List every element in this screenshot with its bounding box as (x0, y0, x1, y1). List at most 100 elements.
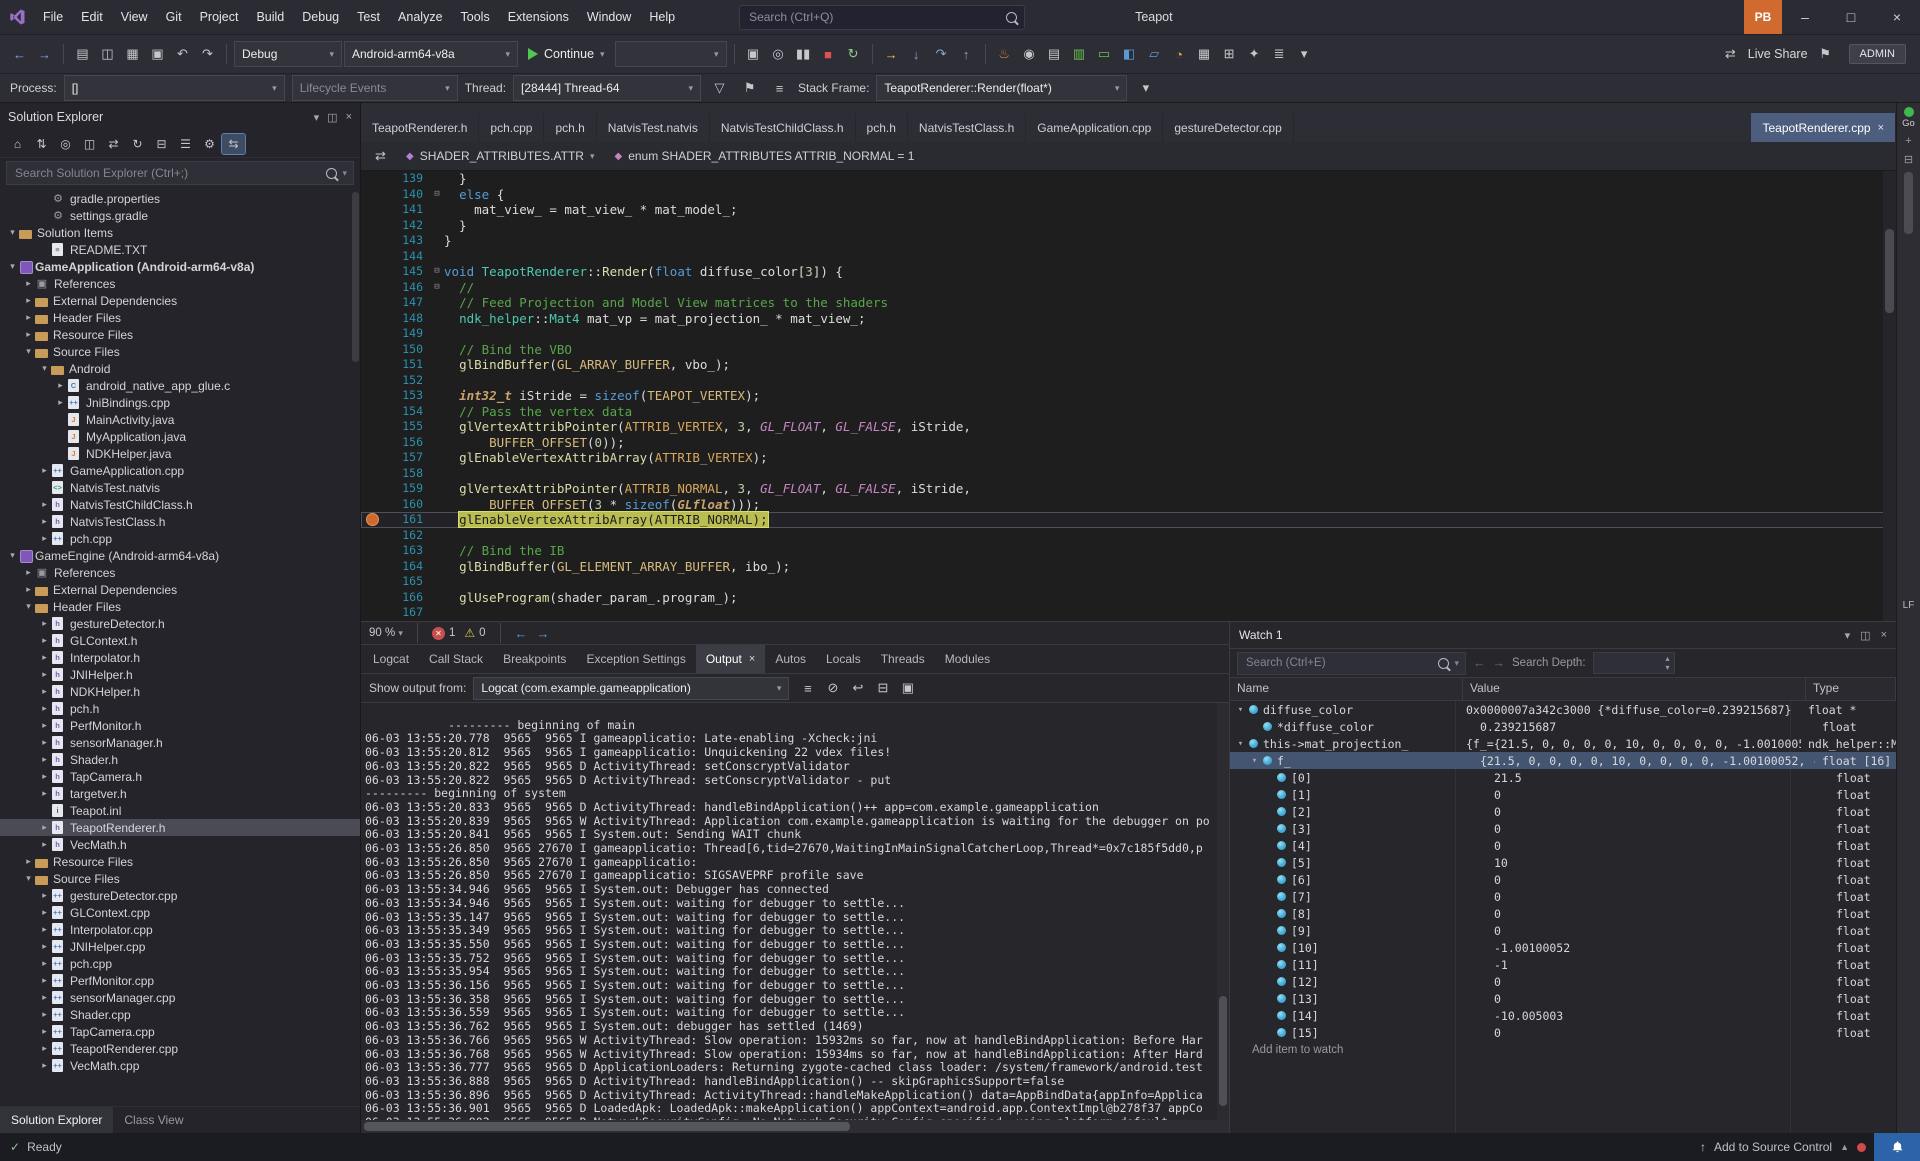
tree-expander-icon[interactable]: ▸ (38, 669, 51, 680)
tree-expander-icon[interactable]: ▸ (38, 737, 51, 748)
search-prev-icon[interactable]: ← (1473, 656, 1486, 670)
watch-name-cell[interactable]: ▾ f_ (1230, 754, 1473, 768)
fold-marker-icon[interactable]: ⊟ (430, 187, 444, 203)
tree-expander-icon[interactable]: ▸ (22, 567, 35, 578)
tree-expander-icon[interactable]: ▸ (38, 618, 51, 629)
collapse-all-icon[interactable]: ⊟ (150, 134, 173, 154)
tree-expander-icon[interactable]: ▸ (38, 516, 51, 527)
code-line[interactable]: 163 // Bind the IB (361, 543, 1896, 559)
editor-tab[interactable]: NatvisTestClass.h (908, 113, 1027, 142)
watch-name-cell[interactable]: [7] (1230, 890, 1487, 904)
tree-expander-icon[interactable]: ▾ (38, 363, 51, 374)
menu-debug[interactable]: Debug (293, 0, 348, 34)
extensions-icon[interactable]: ✦ (1243, 42, 1266, 66)
watch-value-cell[interactable]: 0 (1487, 822, 1829, 836)
diagnostics-icon[interactable]: ◉ (1018, 42, 1041, 66)
bottom-tab-output[interactable]: Output × (695, 645, 766, 673)
code-line[interactable]: 151 glBindBuffer(GL_ARRAY_BUFFER, vbo_); (361, 357, 1896, 373)
error-indicator[interactable]: ✕ 1 (431, 626, 455, 640)
stack-frame-combo[interactable]: TeapotRenderer::Render(float*) ▾ (876, 75, 1128, 101)
filter-icon[interactable]: ▽ (708, 76, 731, 100)
watch-name-cell[interactable]: [12] (1230, 975, 1487, 989)
format-document-icon[interactable]: ≣ (1268, 42, 1291, 66)
toolbar-overflow-icon[interactable]: ▾ (1293, 42, 1316, 66)
watch-value-cell[interactable]: 0 (1487, 805, 1829, 819)
menu-file[interactable]: File (34, 0, 72, 34)
tree-expander-icon[interactable]: ▸ (38, 788, 51, 799)
watch-row[interactable]: [15] 0 float (1230, 1024, 1896, 1041)
sidebar-tab-class-view[interactable]: Class View (113, 1107, 194, 1133)
watch-name-cell[interactable]: [3] (1230, 822, 1487, 836)
watch-value-cell[interactable]: 0 (1487, 992, 1829, 1006)
tree-item[interactable]: ▸ h TapCamera.h (0, 768, 360, 785)
close-button[interactable]: × (1874, 0, 1920, 34)
watch-name-cell[interactable]: ▾ diffuse_color (1230, 703, 1459, 717)
tree-expander-icon[interactable]: ▾ (6, 550, 19, 561)
properties-icon[interactable]: ⚙ (198, 134, 221, 154)
tree-item[interactable]: ▸ h NatvisTestChildClass.h (0, 496, 360, 513)
tree-item[interactable]: ▸ ▣ References (0, 564, 360, 581)
bottom-tab-call-stack[interactable]: Call Stack (419, 645, 493, 673)
watch-row[interactable]: [4] 0 float (1230, 837, 1896, 854)
tree-expander-icon[interactable]: ▸ (38, 907, 51, 918)
tree-expander-icon[interactable]: ▸ (38, 652, 51, 663)
tree-item[interactable]: ≡ README.TXT (0, 241, 360, 258)
sync-with-active-document-icon[interactable]: ⇆ (221, 133, 246, 155)
continue-button[interactable]: Continue ▾ (520, 42, 613, 66)
bottom-tab-autos[interactable]: Autos (765, 645, 816, 673)
watch-row[interactable]: *diffuse_color 0.239215687 float (1230, 718, 1896, 735)
editor-tab[interactable]: GameApplication.cpp (1026, 113, 1164, 142)
close-icon[interactable]: × (749, 653, 755, 665)
stop-debugging-icon[interactable]: ■ (817, 42, 840, 66)
watch-name-cell[interactable]: [4] (1230, 839, 1487, 853)
watch-row[interactable]: [13] 0 float (1230, 990, 1896, 1007)
pin-icon[interactable]: ◫ (327, 111, 337, 124)
tree-item[interactable]: ▾ Solution Items (0, 224, 360, 241)
switch-views-icon[interactable]: ⇅ (30, 134, 53, 154)
tree-item[interactable]: ▸ h NatvisTestClass.h (0, 513, 360, 530)
tree-item[interactable]: ▸ h PerfMonitor.h (0, 717, 360, 734)
tree-expander-icon[interactable]: ▸ (38, 754, 51, 765)
new-project-icon[interactable]: ▤ (71, 42, 94, 66)
code-line[interactable]: 150 // Bind the VBO (361, 342, 1896, 358)
tree-expander-icon[interactable]: ▸ (38, 924, 51, 935)
memory-icon[interactable]: ▤ (1043, 42, 1066, 66)
watch-row[interactable]: [9] 0 float (1230, 922, 1896, 939)
code-line[interactable]: 139 } (361, 171, 1896, 187)
watch-value-cell[interactable]: 0 (1487, 975, 1829, 989)
editor-tab-active[interactable]: TeapotRenderer.cpp × (1751, 113, 1896, 142)
watch-row[interactable]: [8] 0 float (1230, 905, 1896, 922)
undo-icon[interactable]: ↶ (171, 42, 194, 66)
account-badge[interactable]: PB (1744, 0, 1782, 34)
debug-target-combo[interactable]: ▾ (614, 41, 727, 67)
tree-item[interactable]: ▸ Resource Files (0, 853, 360, 870)
tree-expander-icon[interactable]: ▸ (22, 856, 35, 867)
editor-tab[interactable]: NatvisTestChildClass.h (710, 113, 856, 142)
editor-tab[interactable]: NatvisTest.natvis (597, 113, 710, 142)
tree-expander-icon[interactable]: ▸ (38, 975, 51, 986)
save-icon[interactable]: ▦ (121, 42, 144, 66)
save-all-icon[interactable]: ▣ (146, 42, 169, 66)
tree-expander-icon[interactable]: ▸ (22, 329, 35, 340)
code-line[interactable]: 157 glEnableVertexAttribArray(ATTRIB_VER… (361, 450, 1896, 466)
tree-item[interactable]: ▸ ++ TapCamera.cpp (0, 1023, 360, 1040)
watch-expander-icon[interactable]: ▾ (1248, 756, 1261, 766)
code-line[interactable]: 159 glVertexAttribPointer(ATTRIB_NORMAL,… (361, 481, 1896, 497)
tree-expander-icon[interactable]: ▸ (38, 839, 51, 850)
source-control-options-icon[interactable]: ▲ (1840, 1142, 1849, 1152)
flag-threads-icon[interactable]: ⚑ (738, 76, 761, 100)
tree-expander-icon[interactable]: ▸ (38, 992, 51, 1003)
tree-expander-icon[interactable]: ▸ (54, 397, 67, 408)
tree-item[interactable]: ▸ ++ PerfMonitor.cpp (0, 972, 360, 989)
split-view-icon[interactable]: ⇄ (369, 144, 392, 168)
watch-row[interactable]: [14] -10.005003 float (1230, 1007, 1896, 1024)
tree-item[interactable]: ▸ h JNIHelper.h (0, 666, 360, 683)
watch-value-cell[interactable]: 0x0000007a342c3000 {*diffuse_color=0.239… (1459, 703, 1801, 717)
watch-name-cell[interactable]: [15] (1230, 1026, 1487, 1040)
tree-item[interactable]: ▸ h sensorManager.h (0, 734, 360, 751)
android-device-monitor-icon[interactable]: ▭ (1093, 42, 1116, 66)
tree-item[interactable]: ▸ ++ GLContext.cpp (0, 904, 360, 921)
watch-name-cell[interactable]: ▾ this->mat_projection_ (1230, 737, 1459, 751)
menu-extensions[interactable]: Extensions (499, 0, 578, 34)
menu-project[interactable]: Project (191, 0, 248, 34)
